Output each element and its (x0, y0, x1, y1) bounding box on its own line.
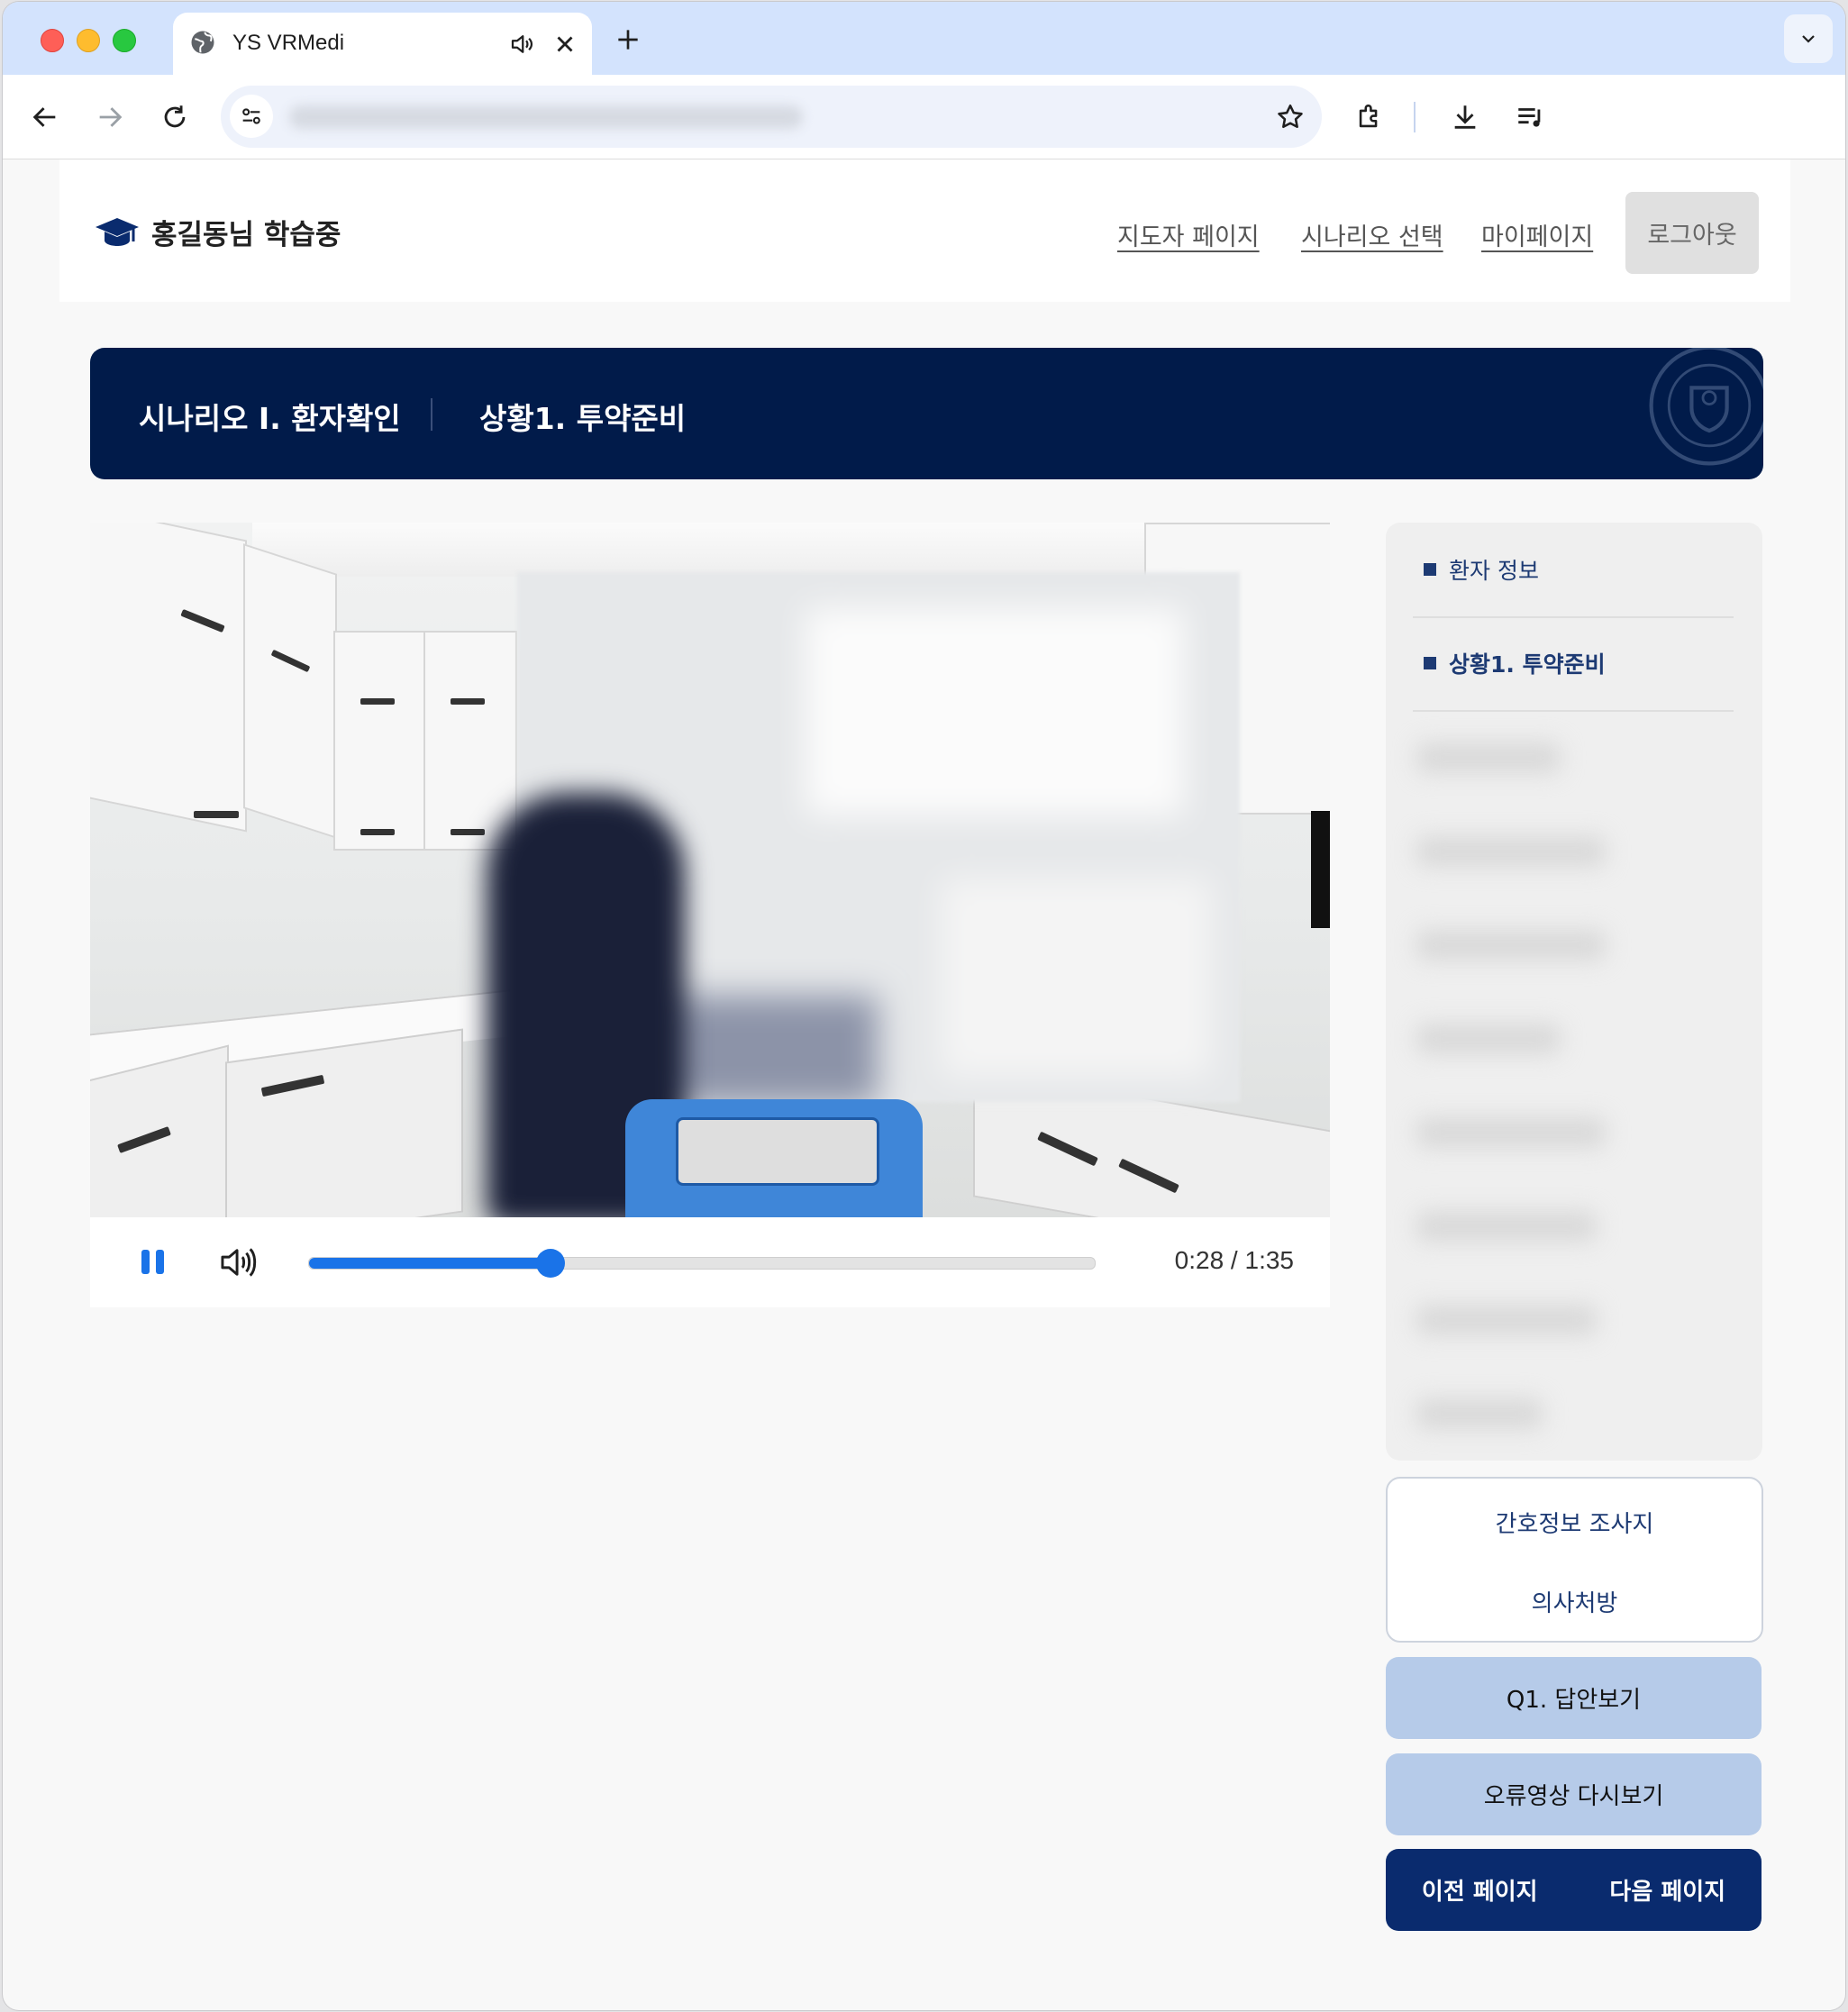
pager: 이전 페이지 다음 페이지 (1386, 1849, 1762, 1931)
seek-bar[interactable] (308, 1249, 1096, 1278)
replay-error-video-button[interactable]: 오류영상 다시보기 (1386, 1753, 1762, 1835)
browser-window: YS VRMedi 홍길동님 학습중 지도자 페이지 시나리오 선택 마이페이지… (3, 2, 1845, 2010)
volume-icon[interactable] (220, 1244, 259, 1280)
blurred-item (1416, 1117, 1606, 1148)
lower-cabinet (225, 1028, 463, 1217)
situation-title: 상황1. 투약준비 (479, 401, 687, 436)
cabinet (333, 631, 427, 851)
video-controls: 0:28 / 1:35 (90, 1217, 1330, 1307)
blurred-item (1416, 1305, 1597, 1335)
sidebar-item-label: 상황1. 투약준비 (1449, 651, 1606, 678)
cabinet-handle (194, 811, 239, 818)
cabinet-handle (451, 698, 485, 705)
media-queue-icon[interactable] (1515, 102, 1545, 132)
prev-page-button[interactable]: 이전 페이지 (1386, 1849, 1574, 1931)
time-display: 0:28 / 1:35 (1174, 1246, 1294, 1274)
blurred-item (1416, 836, 1606, 867)
banner-divider (431, 398, 432, 431)
reload-icon[interactable] (159, 102, 190, 132)
toolbar-divider (1414, 102, 1416, 132)
browser-toolbar (3, 75, 1845, 159)
video-frame[interactable] (90, 523, 1330, 1217)
new-tab-icon[interactable] (614, 25, 642, 54)
cabinet-handle (360, 698, 395, 705)
cabinet (423, 631, 517, 851)
speaker-icon[interactable] (508, 31, 535, 58)
close-window-button[interactable] (41, 29, 64, 52)
forward-arrow-icon[interactable] (95, 102, 125, 132)
bullet-square-icon (1424, 657, 1436, 669)
site-header: 홍길동님 학습중 지도자 페이지 시나리오 선택 마이페이지 로그아웃 (59, 159, 1790, 302)
back-arrow-icon[interactable] (30, 102, 60, 132)
close-tab-icon[interactable] (551, 31, 578, 58)
chevron-down-icon (1802, 35, 1815, 43)
globe-icon (191, 31, 214, 54)
university-seal-icon (1649, 348, 1763, 466)
cabinet-handle (451, 829, 485, 835)
next-page-button[interactable]: 다음 페이지 (1574, 1849, 1762, 1931)
wall-panel (1311, 811, 1330, 928)
blurred-item (1416, 930, 1606, 960)
cabinet (90, 523, 247, 833)
star-icon[interactable] (1275, 102, 1306, 132)
nursing-info-sheet-link[interactable]: 간호정보 조사지 (1388, 1506, 1762, 1539)
address-bar[interactable] (221, 86, 1322, 148)
tab-title: YS VRMedi (232, 31, 345, 55)
seek-progress (309, 1258, 551, 1269)
nav-scenario-select[interactable]: 시나리오 선택 (1301, 217, 1443, 252)
scenario-banner: 시나리오 I. 환자확인 상황1. 투약준비 (90, 348, 1763, 479)
cabinet-handle (360, 829, 395, 835)
video-ceiling (252, 523, 1153, 577)
tune-icon (242, 108, 260, 124)
sidebar-item-label: 환자 정보 (1449, 558, 1539, 584)
pause-icon (141, 1250, 150, 1274)
seek-thumb[interactable] (535, 1249, 565, 1278)
blurred-item (1416, 1024, 1561, 1054)
scenario-title: 시나리오 I. 환자확인 (139, 401, 401, 436)
view-answer-button[interactable]: Q1. 답안보기 (1386, 1657, 1762, 1739)
logout-button[interactable]: 로그아웃 (1625, 192, 1759, 274)
web-page: 홍길동님 학습중 지도자 페이지 시나리오 선택 마이페이지 로그아웃 시나리오… (59, 159, 1790, 2010)
extensions-icon[interactable] (1354, 102, 1385, 132)
brand: 홍길동님 학습중 (94, 212, 341, 252)
site-info-button[interactable] (230, 95, 273, 138)
pause-icon (156, 1250, 164, 1274)
graduation-cap-icon (96, 217, 139, 246)
download-icon[interactable] (1450, 102, 1480, 132)
situation-list: 환자 정보 상황1. 투약준비 (1386, 523, 1762, 1461)
bullet-square-icon (1424, 563, 1436, 576)
blurred-item (1416, 742, 1561, 773)
nav-instructor-page[interactable]: 지도자 페이지 (1117, 217, 1260, 252)
maximize-window-button[interactable] (113, 29, 136, 52)
nav-mypage[interactable]: 마이페이지 (1481, 217, 1593, 252)
documents-box: 간호정보 조사지 의사처방 (1386, 1477, 1763, 1643)
tab-search-button[interactable] (1784, 14, 1833, 63)
doctor-prescription-link[interactable]: 의사처방 (1388, 1585, 1762, 1618)
tab-strip: YS VRMedi (3, 2, 1845, 75)
cart-tray (676, 1117, 879, 1186)
url-text (289, 105, 803, 129)
blurred-item (1416, 1211, 1597, 1242)
browser-tab[interactable]: YS VRMedi (173, 13, 592, 75)
sidebar-item-patient-info[interactable]: 환자 정보 (1413, 523, 1734, 618)
learner-status: 홍길동님 학습중 (151, 219, 341, 251)
pause-button[interactable] (139, 1248, 168, 1277)
minimize-window-button[interactable] (77, 29, 100, 52)
cabinet (243, 543, 337, 839)
sidebar-item-situation-1[interactable]: 상황1. 투약준비 (1413, 616, 1734, 712)
blurred-item (1416, 1398, 1543, 1429)
